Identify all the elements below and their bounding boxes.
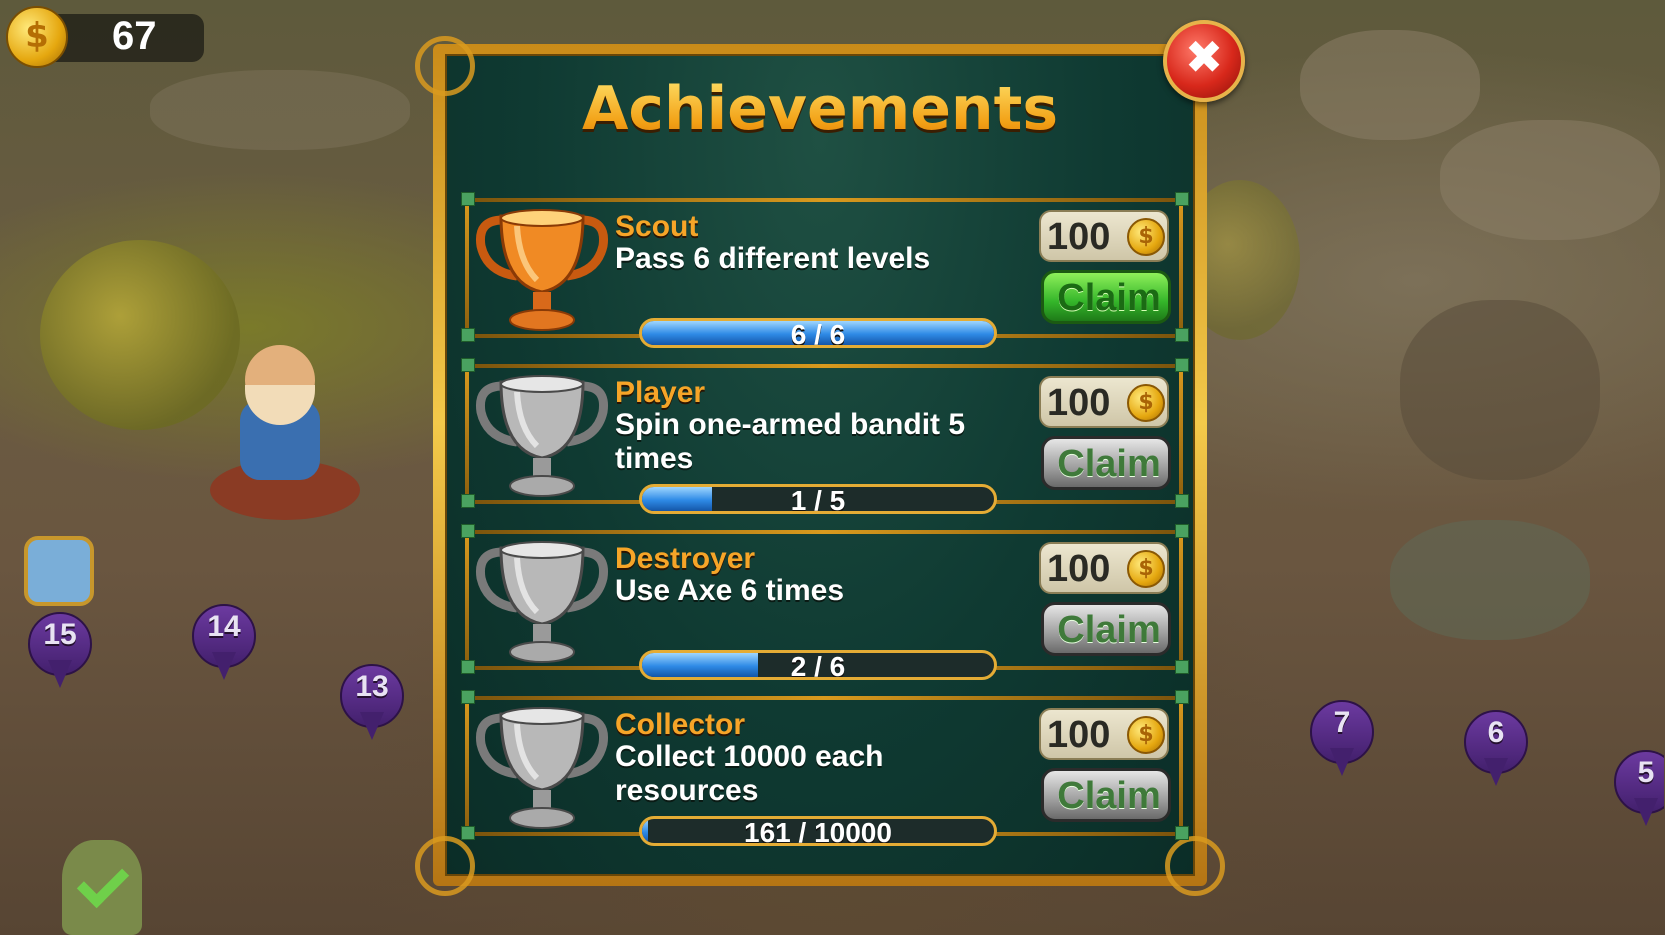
level-pin-6[interactable]: 6 (1464, 710, 1528, 788)
achievement-description: Collect 10000 each resources (615, 740, 884, 807)
achievement-row-scout: Scout Pass 6 different levels 100 $ Clai… (461, 192, 1189, 354)
progress-text: 6 / 6 (790, 319, 846, 348)
level-pin-13[interactable]: 13 (340, 664, 404, 742)
reward-amount: 100 (1047, 548, 1111, 590)
reward-amount: 100 (1047, 714, 1111, 756)
silver-trophy-icon (475, 541, 609, 663)
level-pin-14[interactable]: 14 (192, 604, 256, 682)
level-pin-7[interactable]: 7 (1310, 700, 1374, 778)
achievement-name: Destroyer (615, 542, 756, 575)
reward-amount: 100 (1047, 216, 1111, 258)
coin-icon: $ (1127, 550, 1165, 588)
rock (1300, 30, 1480, 140)
progress-bar: 2 / 6 (639, 650, 997, 680)
professor-avatar[interactable] (24, 536, 94, 606)
achievement-description: Use Axe 6 times (615, 574, 845, 607)
achievement-name: Scout (615, 210, 699, 243)
level-pin-5[interactable]: 5 (1614, 750, 1664, 828)
close-icon: ✖ (1184, 30, 1224, 84)
dialog-title: Achievements (433, 74, 1207, 144)
coin-icon: $ (1127, 384, 1165, 422)
skull-rock (1400, 300, 1600, 480)
achievement-row-player: Player Spin one-armed bandit 5 times 100… (461, 358, 1189, 520)
progress-bar: 6 / 6 (639, 318, 997, 348)
stone-platform (1390, 520, 1590, 640)
progress-bar: 161 / 10000 (639, 816, 997, 846)
achievement-description: Spin one-armed bandit 5 times (615, 408, 966, 475)
completed-checkmark-icon (62, 840, 142, 935)
reward-badge: 100 $ (1039, 708, 1169, 760)
rock (1440, 120, 1660, 240)
silver-trophy-icon (475, 707, 609, 829)
coin-counter: $ 67 (4, 6, 204, 68)
achievement-row-destroyer: Destroyer Use Axe 6 times 100 $ Claim 2 … (461, 524, 1189, 686)
reward-amount: 100 (1047, 382, 1111, 424)
reward-badge: 100 $ (1039, 542, 1169, 594)
rock (150, 70, 410, 150)
coin-icon: $ (1127, 716, 1165, 754)
achievement-row-collector: Collector Collect 10000 each resources 1… (461, 690, 1189, 852)
claim-button[interactable]: Claim (1041, 768, 1171, 822)
dwarf-character[interactable] (200, 330, 360, 530)
progress-bar: 1 / 5 (639, 484, 997, 514)
coin-icon: $ (1127, 218, 1165, 256)
silver-trophy-icon (475, 375, 609, 497)
level-pin-15[interactable]: 15 (28, 612, 92, 690)
achievement-description: Pass 6 different levels (615, 242, 931, 275)
achievement-name: Player (615, 376, 706, 409)
coin-amount: 67 (112, 14, 157, 58)
progress-text: 2 / 6 (790, 651, 846, 680)
claim-button[interactable]: Claim (1041, 270, 1171, 324)
progress-text: 161 / 10000 (744, 817, 892, 846)
reward-badge: 100 $ (1039, 376, 1169, 428)
coin-icon: $ (6, 6, 68, 68)
achievements-dialog: Achievements ✖ Scout Pass 6 different le… (415, 20, 1245, 896)
close-button[interactable]: ✖ (1163, 20, 1245, 102)
reward-badge: 100 $ (1039, 210, 1169, 262)
progress-text: 1 / 5 (790, 485, 846, 514)
achievement-name: Collector (615, 708, 746, 741)
gold-trophy-icon (475, 209, 609, 331)
claim-button[interactable]: Claim (1041, 436, 1171, 490)
claim-button[interactable]: Claim (1041, 602, 1171, 656)
